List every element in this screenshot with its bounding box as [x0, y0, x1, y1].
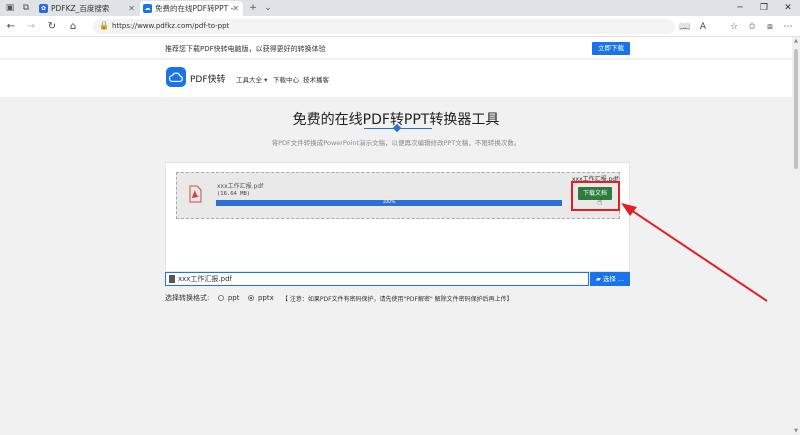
refresh-icon[interactable]: ↻	[45, 20, 59, 34]
back-icon[interactable]: ←	[4, 20, 18, 34]
file-path-input[interactable]: xxx工作汇报.pdf	[165, 272, 589, 286]
file-icon	[169, 275, 175, 283]
tab-pdfkz[interactable]: ☁ 免费的在线PDF转PPT - ✕	[140, 1, 243, 16]
logo-icon[interactable]	[166, 67, 186, 87]
address-bar: ← → ↻ ⌂ 🔒 https://www.pdfkz.com/pdf-to-p…	[0, 16, 800, 37]
pdfkz-favicon-icon: ☁	[143, 4, 152, 13]
tab-close-icon[interactable]: ✕	[232, 1, 239, 16]
password-notice: 【 注意：如果PDF文件有密码保护，请先使用"PDF解密" 解除文件密码保护后再…	[281, 295, 513, 303]
maximize-icon[interactable]: ❐	[752, 0, 776, 16]
collections-icon[interactable]: ⧈	[763, 20, 777, 34]
download-highlight-box: 下载文档 ☝	[571, 181, 620, 211]
format-label: 选择转换格式:	[165, 294, 210, 302]
file-item: xxx工作汇报.pdf (16.64 MB) 100% xxx工作汇报.pdf …	[176, 172, 620, 219]
promo-banner: 推荐您下载PDF快转电脑版，以获得更好的转换体验 立即下载	[0, 37, 792, 59]
baidu-favicon-icon: ✿	[39, 4, 48, 13]
choose-label: 选择 ...	[602, 275, 625, 283]
radio-ppt-label[interactable]: ppt	[228, 294, 240, 302]
download-document-button[interactable]: 下载文档	[578, 187, 612, 200]
url-text: https://www.pdfkz.com/pdf-to-ppt	[112, 22, 230, 30]
tab-label: 免费的在线PDF转PPT -	[155, 4, 234, 13]
home-icon[interactable]: ⌂	[66, 20, 80, 34]
lock-icon: 🔒	[99, 21, 109, 30]
tab-actions-icon[interactable]: ⧉	[20, 2, 32, 14]
favorite-star-icon[interactable]: ☆	[727, 20, 741, 34]
site-header: PDF快转 工具大全 ▾ 下载中心 技术播客	[0, 60, 792, 97]
logo-text[interactable]: PDF快转	[190, 72, 226, 85]
more-menu-icon[interactable]: ⋯	[781, 20, 795, 34]
tab-baidu[interactable]: ✿ PDFKZ_百度搜索 ✕	[36, 1, 139, 16]
url-field[interactable]: 🔒 https://www.pdfkz.com/pdf-to-ppt	[93, 19, 675, 34]
radio-pptx[interactable]	[247, 295, 254, 301]
close-window-icon[interactable]: ✕	[776, 0, 800, 16]
tab-close-icon[interactable]: ✕	[128, 1, 135, 16]
progress-bar: 100%	[216, 200, 562, 206]
page-content: 推荐您下载PDF快转电脑版，以获得更好的转换体验 立即下载 PDF快转 工具大全…	[0, 37, 792, 435]
file-size: (16.64 MB)	[217, 191, 251, 197]
upload-card: xxx工作汇报.pdf (16.64 MB) 100% xxx工作汇报.pdf …	[165, 162, 630, 272]
tab-bar: ▣ ⧉ ✿ PDFKZ_百度搜索 ✕ ☁ 免费的在线PDF转PPT - ✕ + …	[0, 0, 800, 16]
page-scrollbar[interactable]: ▲ ▼	[792, 37, 800, 435]
file-input-group: xxx工作汇报.pdf ▰ 选择 ...	[165, 272, 630, 286]
scroll-up-icon[interactable]: ▲	[793, 38, 799, 44]
radio-pptx-label[interactable]: pptx	[258, 294, 274, 302]
progress-label: 100%	[382, 200, 396, 205]
pdf-file-icon	[189, 185, 202, 203]
format-selector: 选择转换格式: ppt pptx 【 注意：如果PDF文件有密码保护，请先使用"…	[165, 293, 513, 303]
reader-mode-icon[interactable]: 📖	[678, 20, 692, 34]
nav-tech-blog[interactable]: 技术播客	[303, 74, 329, 84]
nav-download-center[interactable]: 下载中心	[273, 74, 299, 84]
download-now-button[interactable]: 立即下载	[592, 42, 630, 55]
new-tab-button[interactable]: +	[247, 2, 259, 14]
forward-icon[interactable]: →	[24, 20, 38, 34]
hand-cursor-icon: ☝	[597, 198, 603, 208]
radio-ppt[interactable]	[217, 295, 224, 301]
promo-text: 推荐您下载PDF快转电脑版，以获得更好的转换体验	[165, 45, 326, 53]
workspaces-icon[interactable]: ▣	[4, 2, 16, 14]
minimize-icon[interactable]: ─	[728, 0, 752, 16]
tab-list-chevron-icon[interactable]: ⌄	[262, 2, 274, 14]
choose-file-button[interactable]: ▰ 选择 ...	[590, 272, 630, 286]
tab-label: PDFKZ_百度搜索	[51, 4, 110, 13]
scroll-thumb[interactable]	[794, 49, 798, 169]
scroll-down-icon[interactable]: ▼	[793, 428, 799, 434]
page-subtitle: 将PDF文件转换成PowerPoint演示文稿，以便再次编辑修改PPT文稿，不限…	[271, 139, 521, 147]
favorites-icon[interactable]: ✩	[745, 20, 759, 34]
nav-tools[interactable]: 工具大全 ▾	[236, 74, 267, 84]
file-name: xxx工作汇报.pdf	[217, 183, 264, 190]
folder-icon: ▰	[595, 275, 603, 283]
file-path-value: xxx工作汇报.pdf	[178, 275, 233, 283]
read-aloud-icon[interactable]: A	[696, 20, 710, 34]
